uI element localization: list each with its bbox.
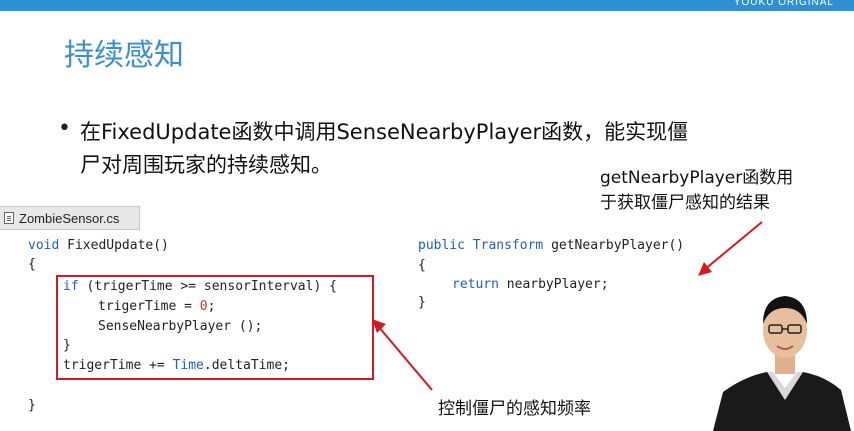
arrow-to-getnearbyplayer bbox=[698, 221, 763, 276]
presenter-video bbox=[705, 280, 854, 431]
arrow-to-highlight-box bbox=[372, 319, 433, 391]
